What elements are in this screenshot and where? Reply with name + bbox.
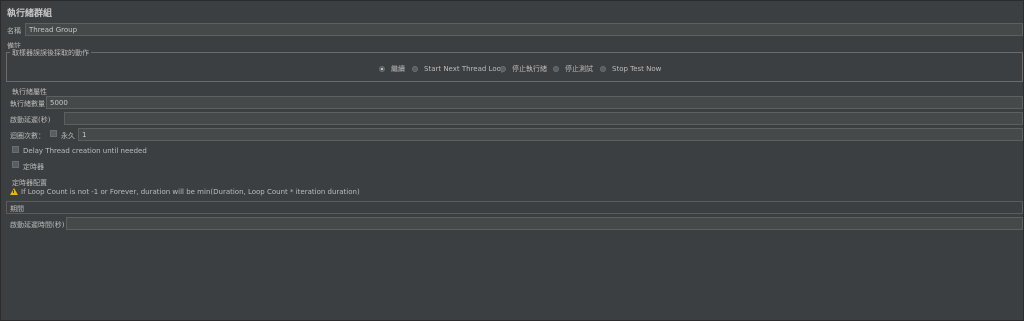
loop-count-label: 迴圈次數： [10,132,45,140]
radio-stop-test[interactable]: 停止測試 [553,64,593,74]
radio-label: Start Next Thread Loop [424,65,506,73]
loop-count-field[interactable]: 1 [78,128,1023,141]
radio-continue[interactable]: 繼續 [379,64,405,74]
panel-title: 執行緒群組 [7,9,53,19]
radio-indicator[interactable] [600,66,606,72]
delay-thread-creation-label: Delay Thread creation until needed [23,147,147,155]
radio-indicator[interactable] [553,66,559,72]
loop-count-warning: If Loop Count is not -1 or Forever, dura… [21,188,360,196]
warning-icon-mark [13,190,14,193]
radio-label: 停止執行緒 [512,65,547,73]
ramp-up-field[interactable] [64,112,1023,125]
radio-indicator[interactable] [379,66,385,72]
forever-checkbox[interactable] [50,130,57,137]
error-action-group: 取樣器誤誤後採取的動作 繼續 Start Next Thread Loop 停止… [6,48,1023,82]
num-threads-field[interactable]: 5000 [46,96,1023,109]
radio-label: 繼續 [391,65,405,73]
radio-stop-test-now[interactable]: Stop Test Now [600,64,661,74]
radio-indicator[interactable] [412,66,418,72]
radio-stop-thread[interactable]: 停止執行緒 [500,64,547,74]
radio-label: 停止測試 [565,65,593,73]
error-action-radio-group: 繼續 Start Next Thread Loop 停止執行緒 停止測試 Sto… [7,64,1022,74]
scheduler-config-heading: 定時器配置 [12,179,47,187]
duration-field[interactable] [6,201,1023,214]
thread-group-panel: 執行緒群組 名稱 Thread Group 備註 取樣器誤誤後採取的動作 繼續 … [0,0,1024,321]
radio-indicator[interactable] [500,66,506,72]
radio-label: Stop Test Now [612,65,662,73]
name-field[interactable]: Thread Group [25,23,1023,36]
forever-label: 永久 [61,132,75,140]
error-action-legend: 取樣器誤誤後採取的動作 [10,48,91,58]
num-threads-label: 執行緒數量 [10,100,45,108]
warning-icon [10,188,18,195]
ramp-up-label: 啟動延遲(秒) [10,116,51,124]
name-label: 名稱 [7,27,21,35]
thread-props-heading: 執行緒屬性 [12,88,47,96]
scheduler-checkbox[interactable] [12,161,19,168]
scheduler-label: 定時器 [23,163,44,171]
startup-delay-label: 啟動延遲時間(秒) [10,221,65,229]
startup-delay-field[interactable] [66,217,1023,230]
radio-start-next-thread-loop[interactable]: Start Next Thread Loop [412,64,505,74]
delay-thread-creation-checkbox[interactable] [12,146,19,153]
